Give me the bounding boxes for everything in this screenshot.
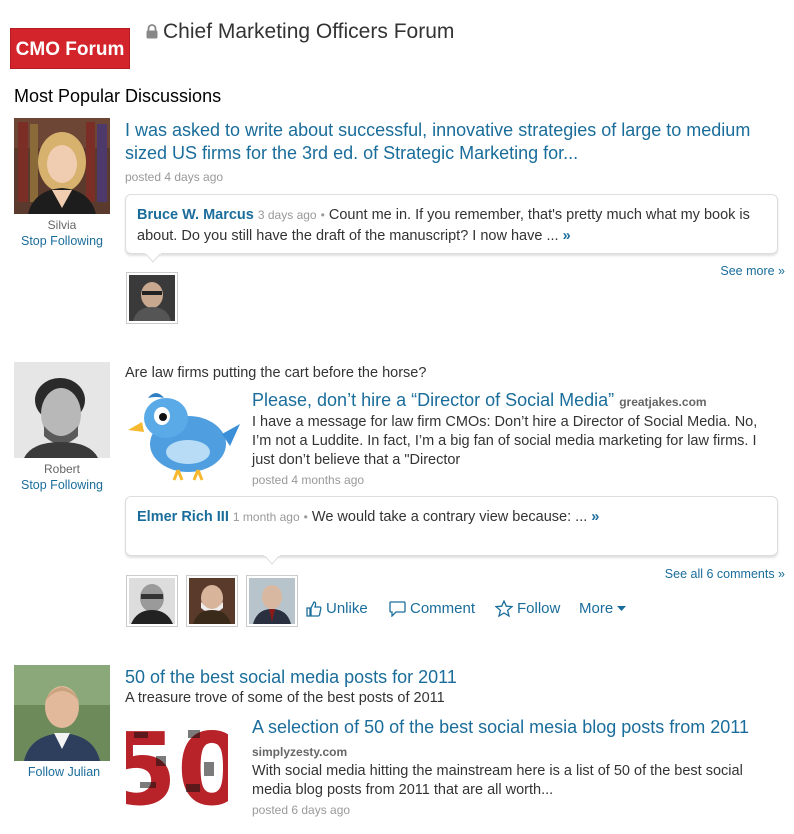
separator: •	[303, 510, 308, 524]
comment-author[interactable]: Elmer Rich III	[137, 509, 229, 525]
comment-more-link[interactable]: »	[591, 509, 599, 525]
unlike-button[interactable]: Unlike	[305, 600, 368, 617]
group-logo[interactable]: CMO Forum	[10, 28, 130, 69]
discussion-title[interactable]: 50 of the best social media posts for 20…	[125, 666, 785, 689]
star-icon	[495, 600, 513, 617]
bubble-pointer	[145, 253, 161, 263]
more-label: More	[579, 600, 614, 617]
posted-time: posted 4 days ago	[125, 170, 224, 184]
see-more-link[interactable]: See more »	[600, 264, 785, 278]
avatar[interactable]	[14, 362, 110, 458]
latest-comment: Bruce W. Marcus 3 days ago • Count me in…	[125, 194, 778, 254]
comment-text: We would take a contrary view because: .…	[311, 509, 588, 525]
posted-time: posted 6 days ago	[252, 803, 351, 817]
comment-button[interactable]: Comment	[389, 600, 475, 617]
commenter-avatar[interactable]	[126, 272, 178, 324]
commenter-avatar[interactable]	[186, 575, 238, 627]
posted-time: posted 4 months ago	[252, 473, 365, 487]
bubble-pointer	[264, 555, 280, 565]
comment-author[interactable]: Bruce W. Marcus	[137, 207, 254, 223]
comment-label: Comment	[410, 600, 476, 617]
avatar-robert-image	[14, 362, 110, 458]
avatar-julian-image	[14, 665, 110, 761]
unlike-label: Unlike	[326, 600, 368, 617]
lock-icon	[146, 24, 158, 39]
twitter-bird-image[interactable]	[126, 388, 242, 484]
link-source: greatjakes.com	[619, 395, 707, 409]
avatar[interactable]	[14, 665, 110, 761]
follow-julian-link[interactable]: Follow Julian	[14, 765, 114, 779]
latest-comment: Elmer Rich III 1 month ago • We would ta…	[125, 496, 778, 556]
commenter-image	[129, 275, 175, 321]
comment-more-link[interactable]: »	[563, 228, 571, 244]
commenter-avatar[interactable]	[126, 575, 178, 627]
commenter-image	[189, 578, 235, 624]
stop-following-link[interactable]: Stop Following	[12, 234, 112, 248]
follow-button[interactable]: Follow	[495, 600, 560, 617]
link-description: I have a message for law firm CMOs: Don’…	[252, 414, 758, 468]
commenter-image	[129, 578, 175, 624]
caret-down-icon	[617, 605, 627, 611]
stop-following-link[interactable]: Stop Following	[12, 478, 112, 492]
more-dropdown[interactable]: More	[579, 600, 627, 617]
group-title[interactable]: Chief Marketing Officers Forum	[163, 20, 454, 44]
poster-name: Silvia	[47, 218, 77, 232]
fifty-graphic-image[interactable]: 50	[107, 711, 246, 828]
discussion-title[interactable]: I was asked to write about successful, i…	[125, 119, 790, 165]
commenter-image	[249, 578, 295, 624]
shared-link[interactable]: Please, don’t hire a “Director of Social…	[252, 389, 792, 414]
avatar[interactable]	[14, 118, 110, 214]
thumbs-up-icon	[306, 601, 322, 617]
section-title: Most Popular Discussions	[14, 86, 222, 106]
discussion-intro: Are law firms putting the cart before th…	[125, 365, 427, 381]
link-title[interactable]: Please, don’t hire a “Director of Social…	[252, 390, 614, 410]
comment-time: 1 month ago	[232, 510, 300, 524]
separator: •	[320, 208, 325, 222]
link-source: simplyzesty.com	[252, 745, 348, 759]
speech-bubble-icon	[389, 601, 406, 617]
comment-time: 3 days ago	[257, 208, 317, 222]
commenter-avatar[interactable]	[246, 575, 298, 627]
link-title[interactable]: A selection of 50 of the best social mes…	[252, 717, 749, 737]
link-description: With social media hitting the mainstream…	[252, 763, 743, 798]
avatar-silvia-image	[14, 118, 110, 214]
discussion-subtitle: A treasure trove of some of the best pos…	[125, 690, 445, 706]
see-all-comments-link[interactable]: See all 6 comments »	[560, 567, 785, 581]
follow-label: Follow	[517, 600, 561, 617]
poster-name: Robert	[43, 462, 81, 476]
shared-link[interactable]: A selection of 50 of the best social mes…	[252, 716, 792, 764]
